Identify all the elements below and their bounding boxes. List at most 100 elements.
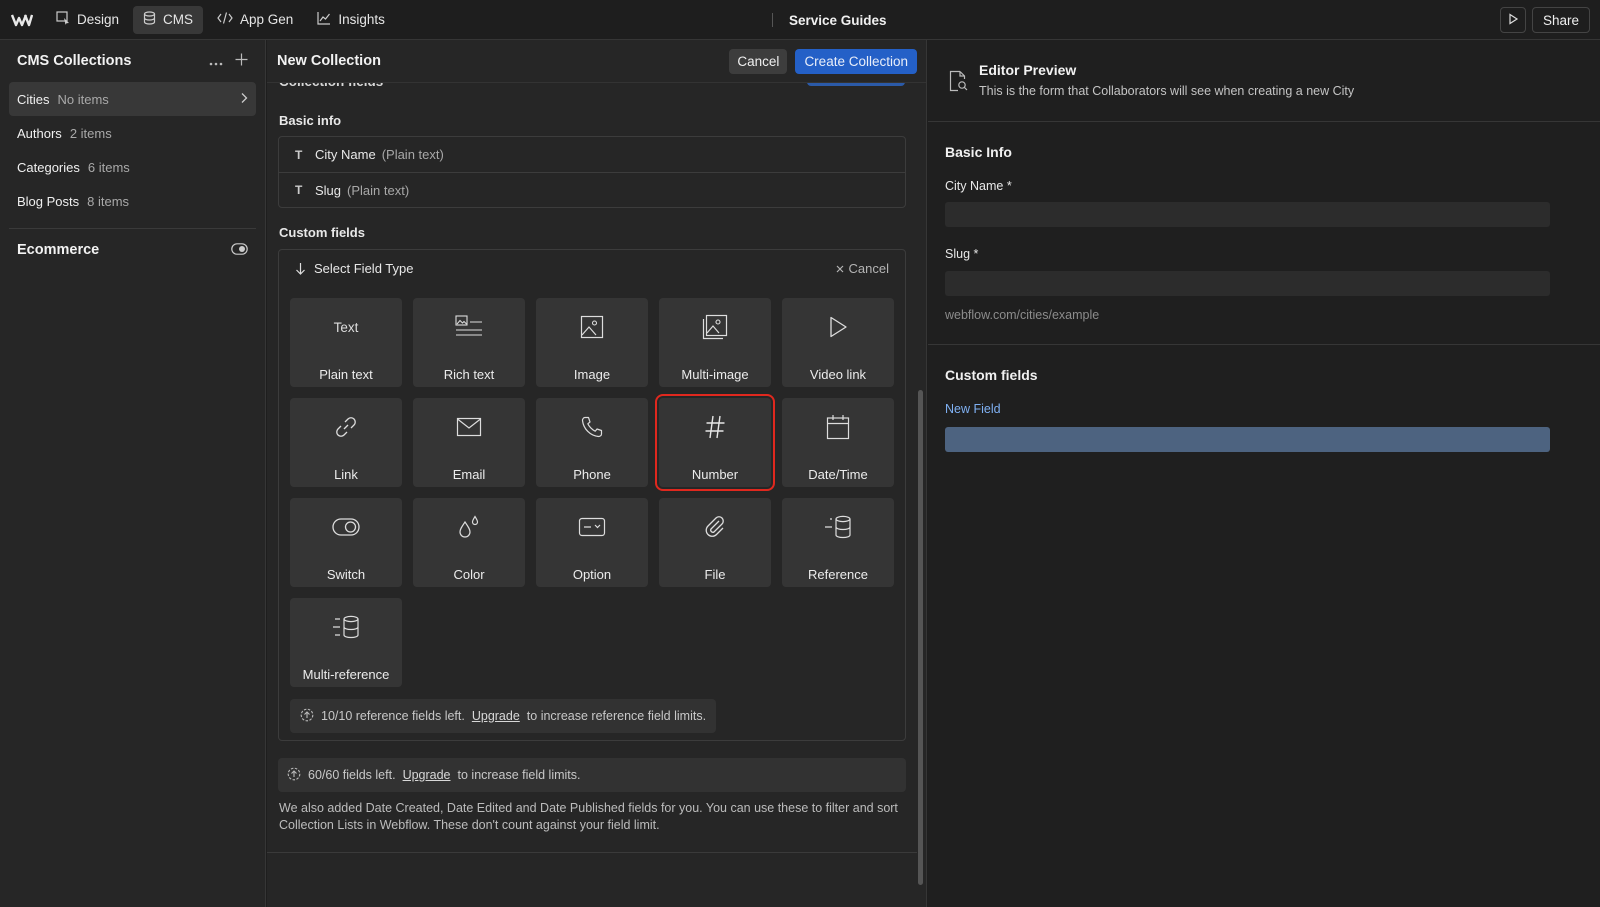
text-type-icon: T	[295, 147, 303, 162]
field-type-multi-reference[interactable]: Multi-reference	[290, 598, 402, 687]
field-type-phone[interactable]: Phone	[536, 398, 648, 487]
tab-cms[interactable]: CMS	[133, 5, 204, 34]
custom-fields-heading: Custom fields	[945, 367, 1038, 383]
text-icon: Text	[333, 319, 359, 335]
more-icon[interactable]	[209, 54, 223, 69]
field-type-link[interactable]: Link	[290, 398, 402, 487]
tab-design[interactable]: Design	[46, 6, 129, 34]
field-type-plain-text[interactable]: Text Plain text	[290, 298, 402, 387]
fields-note-suffix: to increase field limits.	[457, 768, 581, 782]
preview-subtitle: This is the form that Collaborators will…	[979, 84, 1355, 98]
field-type-label: Rich text	[443, 367, 495, 382]
collection-item-cities[interactable]: Cities No items	[9, 82, 256, 116]
collection-name: Authors	[17, 125, 62, 141]
field-type-reference[interactable]: Reference	[782, 498, 894, 587]
field-type-number[interactable]: Number	[655, 394, 775, 491]
upgrade-arrow-icon	[300, 708, 314, 725]
field-row-city-name[interactable]: T City Name (Plain text)	[279, 137, 905, 172]
new-collection-header: New Collection Cancel Create Collection	[267, 40, 926, 83]
preview-basic-info: Basic Info City Name * Slug * webflow.co…	[928, 122, 1600, 345]
arrow-down-icon	[295, 262, 306, 275]
slug-label: Slug *	[945, 247, 979, 261]
field-type-image[interactable]: Image	[536, 298, 648, 387]
select-cancel-button[interactable]: Cancel	[836, 261, 889, 276]
tab-insights-label: Insights	[338, 12, 385, 27]
field-type-label: Video link	[809, 367, 867, 382]
cms-collections-panel: CMS Collections Cities No items Authors …	[0, 40, 266, 907]
field-limit-note: 60/60 fields left. Upgrade to increase f…	[278, 758, 906, 792]
field-type-multi-image[interactable]: Multi-image	[659, 298, 771, 387]
preview-title: Editor Preview	[979, 62, 1077, 78]
chevron-right-icon	[240, 92, 248, 107]
tab-insights[interactable]: Insights	[307, 6, 395, 34]
share-button[interactable]: Share	[1531, 7, 1590, 33]
collection-count: 2 items	[69, 125, 112, 141]
rich-text-icon	[455, 298, 483, 356]
city-name-label: City Name *	[945, 179, 1012, 193]
collection-item-categories[interactable]: Categories 6 items	[9, 150, 256, 184]
cancel-button[interactable]: Cancel	[729, 48, 788, 74]
field-type: (Plain text)	[381, 147, 444, 162]
paperclip-icon	[704, 498, 726, 556]
field-type-label: Number	[691, 467, 739, 482]
webflow-logo-icon[interactable]	[0, 0, 44, 40]
reference-icon	[824, 498, 852, 556]
top-bar: Design CMS App Gen Insights Service Guid…	[0, 0, 1600, 40]
divider	[267, 852, 917, 853]
field-type-label: Switch	[326, 567, 366, 582]
play-icon	[1507, 12, 1519, 28]
basic-info-label: Basic info	[279, 113, 342, 128]
ecommerce-title: Ecommerce	[17, 242, 100, 258]
toggle-icon	[332, 498, 360, 556]
design-icon	[56, 11, 70, 28]
site-title: Service Guides	[772, 0, 887, 40]
field-type-label: Phone	[573, 467, 611, 482]
field-type-color[interactable]: Color	[413, 498, 525, 587]
preview-custom-fields: Custom fields New Field	[928, 345, 1600, 545]
field-name: Slug	[315, 182, 342, 198]
field-type: (Plain text)	[347, 182, 410, 198]
field-type-label: Date/Time	[808, 467, 868, 482]
ecommerce-toggle-icon[interactable]	[231, 242, 248, 258]
collection-count: No items	[57, 91, 109, 107]
field-type-rich-text[interactable]: Rich text	[413, 298, 525, 387]
field-type-label: Multi-image	[681, 367, 749, 382]
field-name: City Name	[315, 147, 376, 162]
city-name-field[interactable]	[945, 202, 1550, 227]
tab-app-gen[interactable]: App Gen	[207, 6, 303, 34]
collection-count: 6 items	[87, 159, 130, 175]
code-icon	[217, 11, 233, 28]
field-type-label: Plain text	[319, 367, 373, 382]
page-title: New Collection	[277, 53, 381, 69]
link-icon	[335, 398, 357, 456]
field-type-label: Email	[452, 467, 486, 482]
upgrade-link[interactable]: Upgrade	[403, 768, 451, 782]
collection-name: Blog Posts	[17, 193, 80, 209]
play-icon	[828, 298, 848, 356]
close-icon	[836, 261, 844, 276]
date-fields-note: We also added Date Created, Date Edited …	[279, 801, 898, 832]
field-row-slug[interactable]: T Slug (Plain text)	[279, 172, 905, 207]
field-type-video-link[interactable]: Video link	[782, 298, 894, 387]
multi-reference-icon	[332, 598, 360, 656]
new-field-input[interactable]	[945, 427, 1550, 452]
preview-button[interactable]	[1499, 7, 1526, 33]
field-type-email[interactable]: Email	[413, 398, 525, 487]
tab-design-label: Design	[77, 12, 120, 27]
create-collection-button[interactable]: Create Collection	[795, 48, 917, 74]
field-type-switch[interactable]: Switch	[290, 498, 402, 587]
slug-field[interactable]	[945, 271, 1550, 296]
field-type-file[interactable]: File	[659, 498, 771, 587]
add-collection-icon[interactable]	[235, 53, 248, 69]
field-type-option[interactable]: Option	[536, 498, 648, 587]
collection-name: Cities	[17, 91, 50, 107]
field-type-date-time[interactable]: Date/Time	[782, 398, 894, 487]
upgrade-arrow-icon	[287, 767, 301, 784]
collection-item-blog-posts[interactable]: Blog Posts 8 items	[9, 184, 256, 218]
collection-item-authors[interactable]: Authors 2 items	[9, 116, 256, 150]
upgrade-link[interactable]: Upgrade	[472, 709, 520, 723]
editor-preview-panel: Editor Preview This is the form that Col…	[928, 40, 1600, 907]
calendar-icon	[826, 398, 850, 456]
scrollbar[interactable]	[918, 390, 923, 885]
site-title-text: Service Guides	[789, 12, 887, 28]
